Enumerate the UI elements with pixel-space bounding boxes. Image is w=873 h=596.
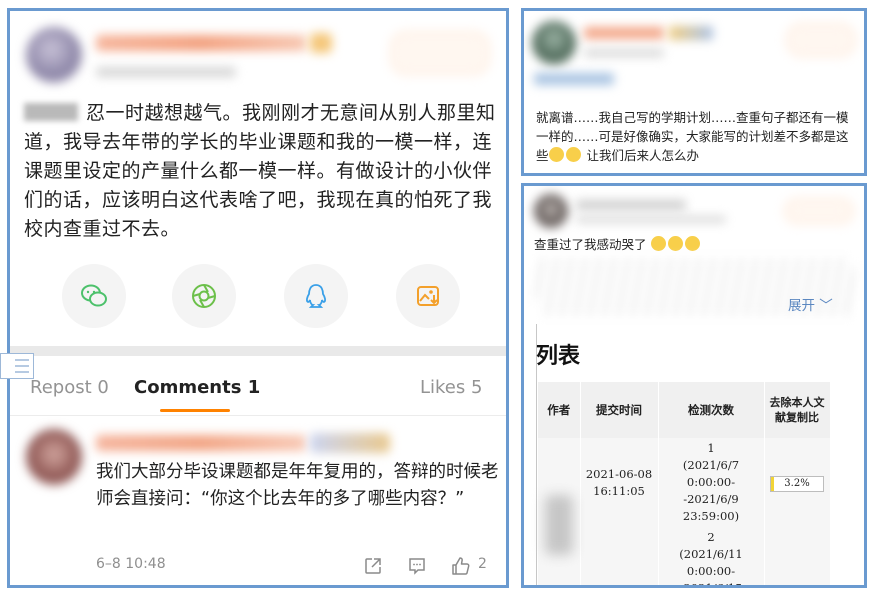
top-right-post-panel: 就离谱……我自己写的学期计划……查重句子都还有一模一样的……可是好像确实，大家能… xyxy=(521,8,867,176)
moments-icon xyxy=(192,284,216,308)
thumbs-up-icon xyxy=(452,557,470,575)
submit-time-cell xyxy=(580,527,659,585)
check-count-cell: 1 (2021/6/7 0:00:00--2021/6/9 23:59:00) xyxy=(658,438,765,527)
smile-emoji-icon xyxy=(548,147,564,162)
table-header-row: 作者 提交时间 检测次数 去除本人文献复制比 xyxy=(538,382,831,438)
post-body: 忍一时越想越气。我刚刚才无意间从别人那里知道，我导去年带的学长的毕业课题和我的一… xyxy=(24,102,496,240)
col-check-count: 检测次数 xyxy=(658,382,765,438)
post-meta-redacted xyxy=(584,49,664,57)
author-cell xyxy=(538,438,581,585)
post-text: 查重过了我感动哭了 xyxy=(534,234,702,253)
wechat-icon xyxy=(81,284,107,307)
tab-comments[interactable]: Comments 1 xyxy=(134,377,260,398)
crying-emoji-icon xyxy=(684,236,700,251)
main-post-panel: 忍一时越想越气。我刚刚才无意间从别人那里知道，我导去年带的学长的毕业课题和我的一… xyxy=(7,8,509,588)
chevron-down-icon: ﹀ xyxy=(819,298,833,314)
tab-divider xyxy=(10,415,506,416)
username-redacted[interactable] xyxy=(576,200,686,210)
save-image-button[interactable] xyxy=(396,264,460,328)
comment-share-button[interactable] xyxy=(362,555,384,577)
list-icon xyxy=(0,353,34,379)
commenter-avatar[interactable] xyxy=(26,429,82,485)
crying-emoji-icon xyxy=(667,236,683,251)
comment-text: 我们大部分毕设课题都是年年复用的，答辩的时候老师会直接问：“你这个比去年的多了哪… xyxy=(96,462,499,509)
username-redacted[interactable] xyxy=(584,27,664,39)
comment-like-count: 2 xyxy=(478,556,487,572)
follow-button[interactable] xyxy=(390,31,490,75)
follow-button[interactable] xyxy=(784,198,854,224)
qq-icon xyxy=(306,284,326,308)
check-count: 1 xyxy=(707,441,715,455)
crying-emoji-icon xyxy=(650,236,666,251)
avatar[interactable] xyxy=(532,21,576,65)
awkward-emoji-icon xyxy=(565,147,581,162)
report-table: 作者 提交时间 检测次数 去除本人文献复制比 2021-06-08 16:11:… xyxy=(538,382,831,588)
user-badge xyxy=(310,33,332,53)
username-redacted[interactable] xyxy=(96,35,306,51)
list-lines-icon xyxy=(15,359,29,373)
post-text: 就离谱……我自己写的学期计划……查重句子都还有一模一样的……可是好像确实，大家能… xyxy=(536,108,860,165)
list-heading: 列表 xyxy=(536,344,581,369)
tab-repost[interactable]: Repost 0 xyxy=(30,377,109,398)
check-count: 2 xyxy=(707,530,715,544)
share-icon xyxy=(365,558,381,574)
post-body-tail: 让我们后来人怎么办 xyxy=(586,148,700,163)
check-range: (2021/6/7 0:00:00--2021/6/9 23:59:00) xyxy=(682,458,740,523)
copy-ratio-bar: 3.2% xyxy=(770,475,824,492)
comment-like-button[interactable] xyxy=(450,555,472,577)
table-row: 2021-06-08 16:11:05 1 (2021/6/7 0:00:00--… xyxy=(538,438,831,585)
post-text: 忍一时越想越气。我刚刚才无意间从别人那里知道，我导去年带的学长的毕业课题和我的一… xyxy=(24,99,500,244)
check-range: (2021/6/11 0:00:00--2021/6/15 23:59:00) xyxy=(679,547,743,588)
user-badge xyxy=(669,26,713,40)
comment-timestamp: 6–8 10:48 xyxy=(96,556,166,572)
tab-likes[interactable]: Likes 5 xyxy=(420,377,482,398)
col-copy-ratio: 去除本人文献复制比 xyxy=(764,382,831,438)
table-row: 2 (2021/6/11 0:00:00--2021/6/15 23:59:00) xyxy=(538,527,831,588)
active-tab-indicator xyxy=(160,409,230,412)
commenter-badge xyxy=(310,433,390,453)
post-body: 查重过了我感动哭了 xyxy=(534,237,647,252)
col-author: 作者 xyxy=(538,382,581,438)
ratio-cell xyxy=(764,527,831,585)
copy-ratio-fill xyxy=(771,476,775,491)
col-submit-time: 提交时间 xyxy=(580,382,659,438)
redacted-author xyxy=(544,494,573,555)
expand-link[interactable]: 展开 ﹀ xyxy=(788,294,833,314)
avatar[interactable] xyxy=(26,27,82,83)
share-moments-button[interactable] xyxy=(172,264,236,328)
copy-ratio-label: 3.2% xyxy=(784,477,810,489)
avatar[interactable] xyxy=(534,194,568,228)
post-meta-redacted xyxy=(96,67,236,77)
follow-button[interactable] xyxy=(786,23,856,57)
commenter-name-redacted[interactable] xyxy=(96,435,306,451)
check-count-cell: 2 (2021/6/11 0:00:00--2021/6/15 23:59:00) xyxy=(658,527,765,588)
comment-reply-button[interactable] xyxy=(406,555,428,577)
submit-time-cell: 2021-06-08 16:11:05 xyxy=(580,438,659,527)
redacted-mention xyxy=(24,103,78,121)
bottom-right-post-panel: 查重过了我感动哭了 展开 ﹀ 列表 作者 提交时间 检测次数 去除本人文献复制比… xyxy=(521,183,867,588)
redacted-link xyxy=(534,73,614,85)
expand-label: 展开 xyxy=(788,298,815,314)
share-wechat-button[interactable] xyxy=(62,264,126,328)
post-meta-redacted xyxy=(576,216,726,223)
share-qq-button[interactable] xyxy=(284,264,348,328)
section-divider xyxy=(10,346,506,356)
ratio-cell: 3.2% xyxy=(764,438,831,527)
comment-icon xyxy=(409,558,425,575)
save-image-icon xyxy=(417,286,439,306)
